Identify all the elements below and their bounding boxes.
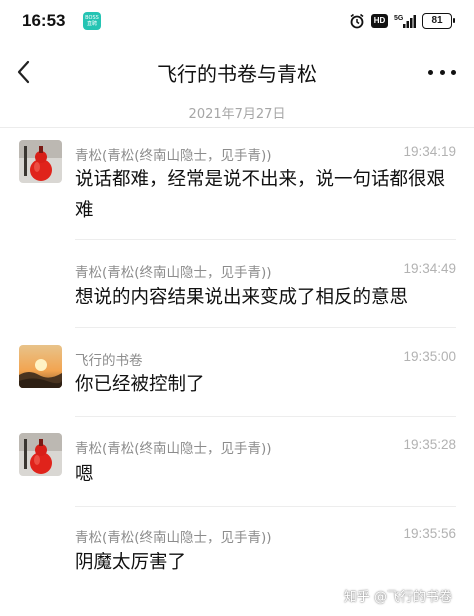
status-bar: 16:53 BOSS直聘 HD 5G 81	[0, 0, 474, 42]
message-text: 阴魔太厉害了	[75, 552, 187, 573]
hd-icon: HD	[371, 14, 388, 28]
more-options-button[interactable]	[428, 62, 456, 82]
message-text: 想说的内容结果说出来变成了相反的意思	[75, 287, 409, 308]
alarm-icon	[350, 13, 364, 29]
sender-name: 青松(青松(终南山隐士，见手青))	[75, 148, 272, 164]
sunset-avatar-icon	[19, 345, 62, 388]
sender-name: 青松(青松(终南山隐士，见手青))	[75, 530, 272, 546]
chat-title: 飞行的书卷与青松	[157, 62, 317, 86]
divider	[75, 506, 456, 507]
message-text: 说话都难，经常是说不出来，说一句话都很艰难	[75, 169, 446, 221]
status-indicators: HD 5G 81	[349, 12, 455, 30]
message-time: 19:34:49	[403, 261, 456, 276]
divider	[75, 239, 456, 240]
green-pine-avatar-icon	[19, 140, 62, 183]
battery-icon: 81	[422, 13, 455, 29]
sender-name: 飞行的书卷	[75, 353, 143, 369]
status-time: 16:53	[22, 11, 66, 30]
message-time: 19:35:56	[403, 526, 456, 541]
sender-name: 青松(青松(终南山隐士，见手青))	[75, 265, 272, 281]
avatar[interactable]	[19, 140, 62, 183]
green-pine-avatar-icon	[19, 433, 62, 476]
avatar[interactable]	[19, 433, 62, 476]
date-divider: 2021年7月27日	[188, 107, 286, 122]
message-text: 嗯	[75, 464, 94, 485]
message-time: 19:35:28	[403, 437, 456, 452]
divider	[75, 416, 456, 417]
signal-5g-icon: 5G	[394, 15, 416, 28]
avatar[interactable]	[19, 345, 62, 388]
network-label: 5G	[394, 15, 404, 22]
boss-app-icon: BOSS直聘	[83, 12, 101, 30]
more-horizontal-icon-dot	[439, 69, 445, 75]
divider	[0, 127, 474, 128]
message-time: 19:35:00	[403, 349, 456, 364]
chat-header: 飞行的书卷与青松	[0, 42, 474, 102]
sender-name: 青松(青松(终南山隐士，见手青))	[75, 441, 272, 457]
more-horizontal-icon-dot	[451, 69, 456, 75]
message-time: 19:34:19	[403, 144, 456, 159]
divider	[75, 327, 456, 328]
boss-app-icon-label: BOSS直聘	[85, 15, 99, 27]
watermark: 知乎 @飞行的书卷	[343, 590, 452, 605]
more-horizontal-icon-dot	[428, 69, 433, 75]
message-text: 你已经被控制了	[75, 374, 205, 395]
